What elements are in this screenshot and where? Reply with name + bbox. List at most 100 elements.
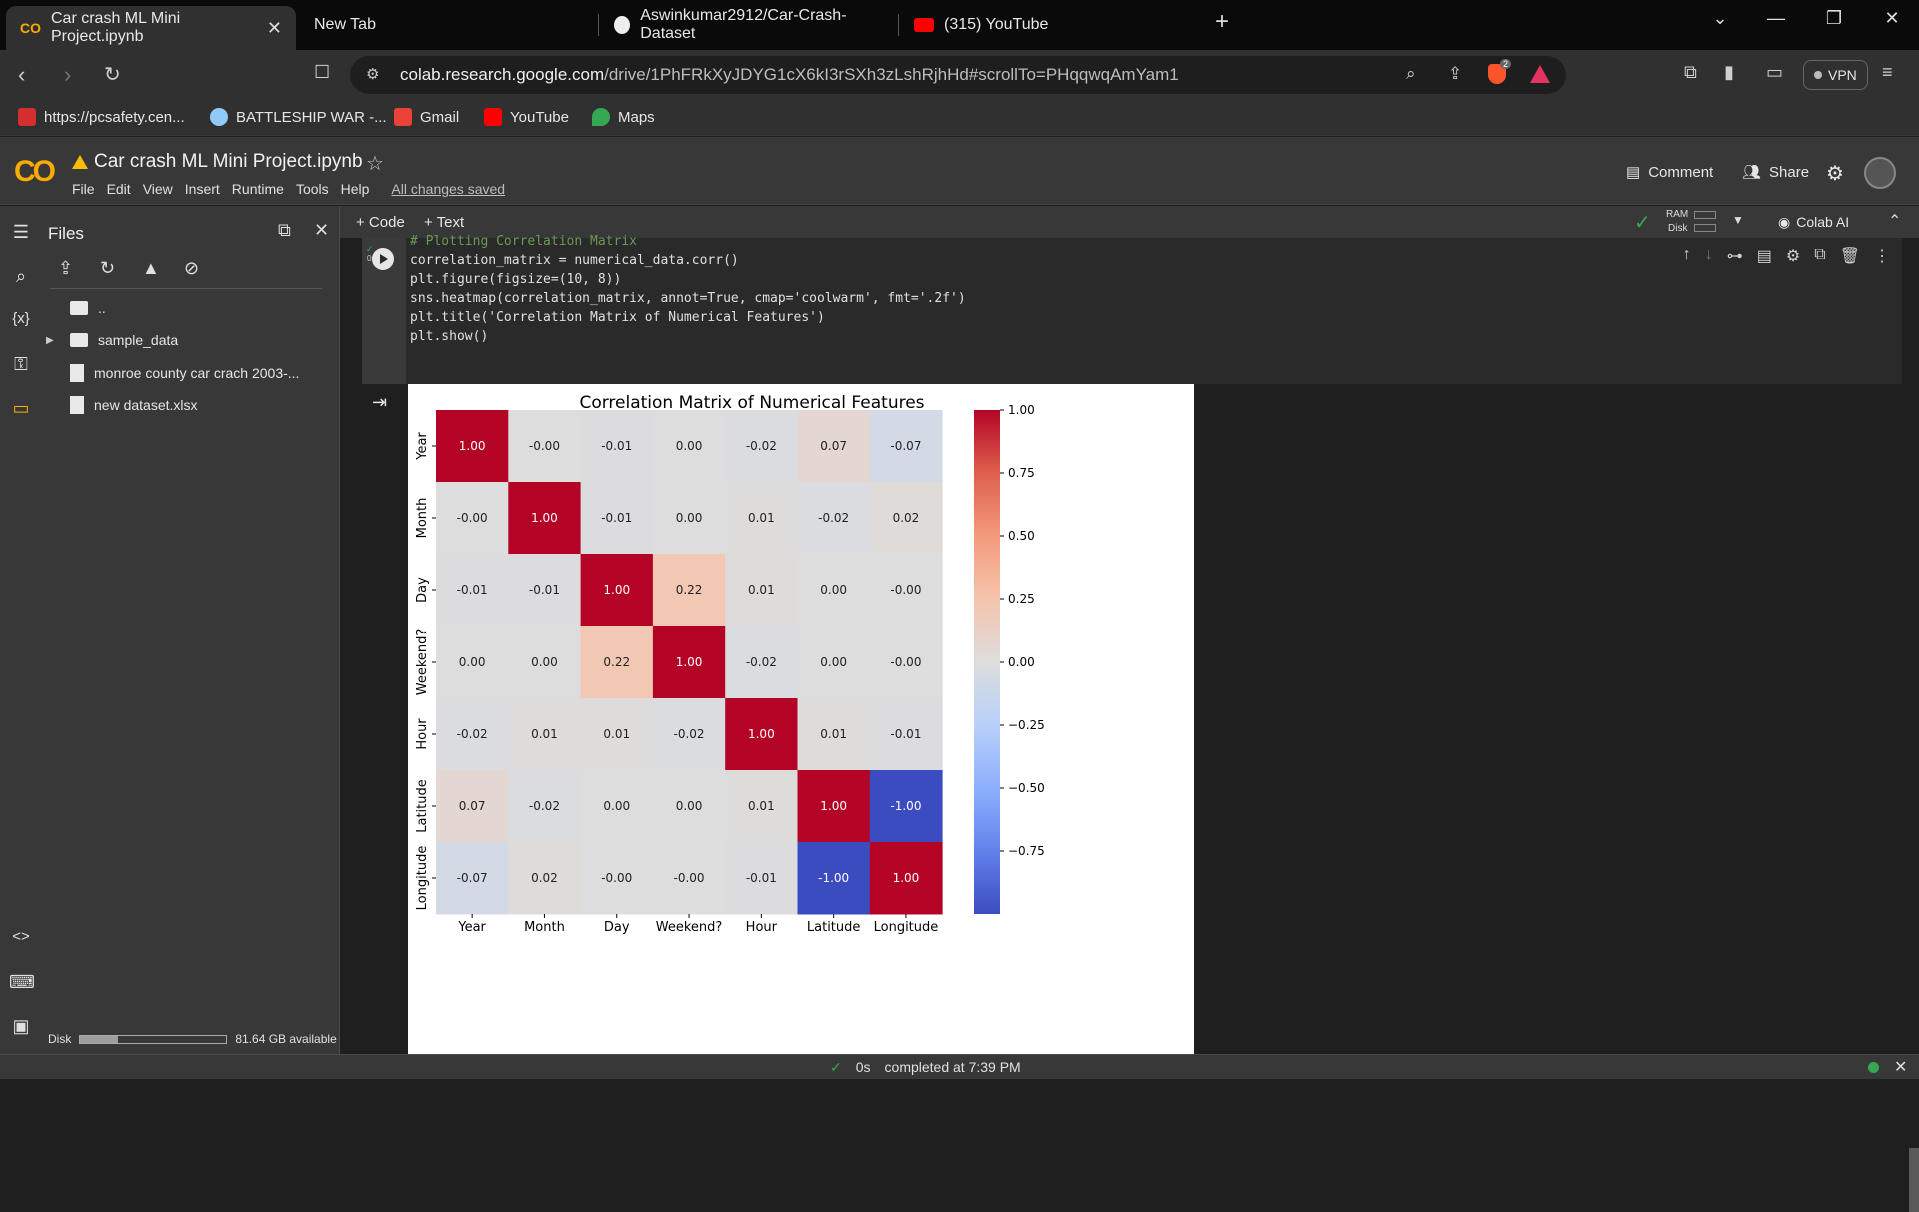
menu-tools[interactable]: Tools [296,181,329,197]
chevron-down-icon[interactable]: ⌄ [1700,8,1740,29]
site-settings-icon[interactable]: ⚙ [366,65,379,83]
tab-github[interactable]: Aswinkumar2912/Car-Crash-Dataset [600,4,890,46]
folder-icon[interactable]: ▭ [9,398,33,419]
colab-favicon-icon: CO [20,20,41,36]
file-icon [70,364,84,382]
y-tick-label: Latitude [415,779,430,833]
add-text-button[interactable]: + Text [424,214,464,231]
notebook-title[interactable]: Car crash ML Mini Project.ipynb [94,151,363,173]
menu-edit[interactable]: Edit [107,181,131,197]
avatar[interactable] [1864,157,1896,189]
forward-icon[interactable]: › [64,62,71,88]
star-icon[interactable]: ☆ [366,151,384,176]
brave-rewards-icon[interactable] [1530,65,1550,83]
bookmark-maps[interactable]: Maps [592,108,655,126]
comment-button[interactable]: ▤ Comment [1626,163,1713,182]
expand-arrow-icon[interactable]: ▶ [46,335,60,346]
tab-colab[interactable]: CO Car crash ML Mini Project.ipynb ✕ [6,6,296,50]
code-line: sns.heatmap(correlation_matrix, annot=Tr… [410,291,966,306]
settings-gear-icon[interactable]: ⚙ [1826,161,1844,186]
new-tab-icon[interactable]: + [1202,8,1242,36]
menu-icon[interactable]: ≡ [1882,62,1893,83]
code-editor[interactable]: # Plotting Correlation Matrix correlation… [410,232,966,346]
zoom-icon[interactable]: ⌕ [1406,64,1416,84]
minimize-icon[interactable]: — [1756,8,1796,29]
terminal-icon[interactable]: ▣ [9,1016,33,1037]
open-in-tab-icon[interactable]: ⧉ [278,220,291,241]
scrollbar[interactable] [1909,1148,1919,1212]
tab-youtube[interactable]: (315) YouTube [900,4,1190,46]
connection-dot-icon [1868,1062,1879,1073]
bookmark-youtube[interactable]: YouTube [484,108,569,126]
sidebar-icon[interactable]: ▮ [1724,62,1734,83]
file-row-new-dataset[interactable]: new dataset.xlsx [70,396,198,414]
heatmap-annotation: 1.00 [531,511,558,525]
reload-icon[interactable]: ↻ [104,62,121,87]
upload-file-icon[interactable]: ⇪ [58,258,73,279]
more-options-icon[interactable]: ⋮ [1874,246,1890,266]
secrets-key-icon[interactable]: ⚿ [9,354,33,375]
runtime-dropdown-icon[interactable]: ▼ [1732,213,1744,227]
bookmark-battleship[interactable]: BATTLESHIP WAR -... [210,108,387,126]
file-row-parent[interactable]: .. [70,300,106,316]
disk-usage: Disk 81.64 GB available [48,1032,337,1046]
menu-view[interactable]: View [143,181,173,197]
search-icon[interactable]: ⌕ [9,266,33,287]
file-row-monroe[interactable]: monroe county car crach 2003-... [70,364,299,382]
code-snippets-icon[interactable]: <> [9,928,33,945]
file-icon [70,396,84,414]
heatmap-svg: Correlation Matrix of Numerical Features… [415,393,1045,935]
close-status-icon[interactable]: ✕ [1894,1057,1907,1077]
output-actions-icon[interactable]: ⇥ [372,392,387,413]
heatmap-annotation: 0.00 [676,799,703,813]
tab-separator [598,14,599,36]
comment-cell-icon[interactable]: ▤ [1757,246,1772,266]
bookmark-pcsafety[interactable]: https://pcsafety.cen... [18,108,185,126]
close-tab-icon[interactable]: ✕ [267,18,282,39]
menu-runtime[interactable]: Runtime [232,181,284,197]
heatmap-annotation: 0.00 [531,655,558,669]
bookmark-icon[interactable]: ☐ [314,62,330,83]
share-button[interactable]: 👥︎ Share [1742,163,1809,182]
menu-file[interactable]: File [72,181,95,197]
mcafee-icon [18,108,36,126]
menu-insert[interactable]: Insert [185,181,220,197]
hide-files-icon[interactable]: ⊘ [184,258,199,279]
maps-icon [592,108,610,126]
close-window-icon[interactable]: ✕ [1872,8,1912,29]
save-status[interactable]: All changes saved [391,181,505,197]
colab-ai-button[interactable]: ◉ Colab AI [1778,214,1849,231]
variables-icon[interactable]: {x} [9,310,33,327]
command-palette-icon[interactable]: ⌨ [9,972,35,993]
table-of-contents-icon[interactable]: ☰ [9,222,33,243]
bookmark-gmail[interactable]: Gmail [394,108,459,126]
run-cell-button[interactable] [372,248,394,270]
colab-logo[interactable]: CO [14,155,56,189]
colorbar-tick-label: −0.25 [1008,718,1045,732]
add-code-button[interactable]: + Code [356,214,405,231]
refresh-icon[interactable]: ↻ [100,258,115,279]
address-bar[interactable]: ⚙ colab.research.google.com/drive/1PhFRk… [350,56,1566,94]
vpn-button[interactable]: VPN [1803,60,1868,90]
mirror-cell-icon[interactable]: ⧉ [1814,246,1825,266]
cell-settings-icon[interactable]: ⚙ [1786,246,1800,266]
file-row-sample-data[interactable]: ▶ sample_data [46,332,178,348]
move-up-icon[interactable]: ↑ [1683,246,1691,266]
colorbar-tick-label: 0.00 [1008,655,1035,669]
move-down-icon[interactable]: ↓ [1705,246,1713,266]
tab-new[interactable]: New Tab [300,4,580,46]
close-panel-icon[interactable]: ✕ [314,220,329,241]
wallet-icon[interactable]: ▭ [1766,62,1783,83]
collapse-header-icon[interactable]: ⌃ [1888,211,1901,231]
bookmark-label: Maps [618,108,655,126]
mount-drive-icon[interactable]: ▲ [142,258,160,279]
delete-cell-icon[interactable]: 🗑︎ [1840,246,1860,266]
menu-help[interactable]: Help [341,181,370,197]
link-icon[interactable]: ⊶ [1727,246,1743,266]
code-cell[interactable]: ✓ 0s # Plotting Correlation Matrix correl… [362,234,1902,384]
extensions-icon[interactable]: ⧉ [1684,62,1697,83]
restore-icon[interactable]: ❐ [1814,8,1854,29]
share-page-icon[interactable]: ⇪ [1448,64,1462,84]
back-icon[interactable]: ‹ [18,62,25,88]
y-tick-label: Longitude [415,846,430,911]
